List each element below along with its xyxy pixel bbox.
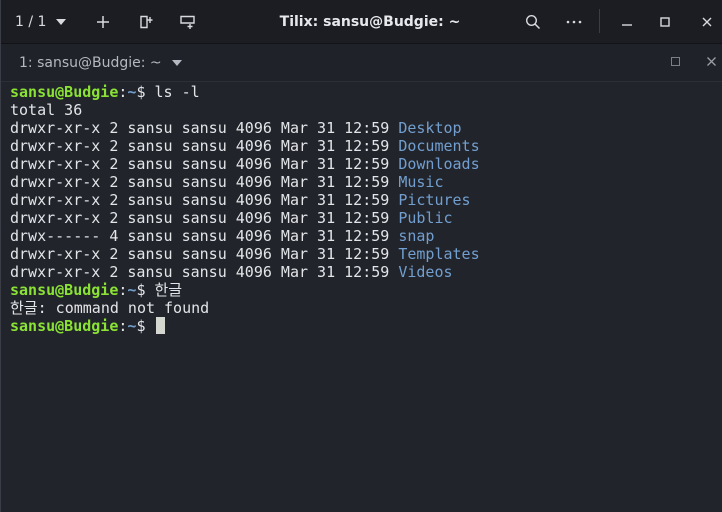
listing-meta: drwxr-xr-x 2 sansu sansu 4096 Mar 31 12:… — [10, 245, 399, 263]
output-total: total 36 — [10, 101, 83, 119]
directory-name: Public — [398, 209, 453, 227]
add-terminal-down-button[interactable] — [175, 0, 201, 44]
tilix-window: 1 / 1 Tilix: sansu@Budgie: ~ 1: sansu@Bu… — [0, 0, 722, 512]
directory-name: Videos — [398, 263, 453, 281]
add-terminal-right-button[interactable] — [134, 0, 158, 44]
listing-meta: drwx------ 4 sansu sansu 4096 Mar 31 12:… — [10, 227, 399, 245]
menu-button[interactable] — [562, 0, 586, 44]
header-bar: 1 / 1 Tilix: sansu@Budgie: ~ — [1, 0, 722, 44]
listing-meta: drwxr-xr-x 2 sansu sansu 4096 Mar 31 12:… — [10, 191, 399, 209]
listing-row: drwxr-xr-x 2 sansu sansu 4096 Mar 31 12:… — [10, 155, 480, 173]
close-button[interactable] — [695, 0, 719, 44]
prompt-line: sansu@Budgie:~$ — [10, 317, 165, 335]
directory-name: Pictures — [398, 191, 471, 209]
plus-icon — [97, 16, 109, 28]
session-counter-label: 1 / 1 — [15, 14, 47, 30]
listing-row: drwxr-xr-x 2 sansu sansu 4096 Mar 31 12:… — [10, 263, 453, 281]
directory-name: Desktop — [398, 119, 462, 137]
directory-name: snap — [398, 227, 435, 245]
terminal-output[interactable]: sansu@Budgie:~$ ls -l total 36 drwxr-xr-… — [1, 82, 722, 512]
minimize-button[interactable] — [615, 0, 639, 44]
close-icon — [702, 17, 712, 27]
terminal-maximize-button[interactable] — [671, 57, 680, 66]
listing-meta: drwxr-xr-x 2 sansu sansu 4096 Mar 31 12:… — [10, 119, 399, 137]
text-cursor — [155, 317, 165, 334]
listing-row: drwxr-xr-x 2 sansu sansu 4096 Mar 31 12:… — [10, 173, 443, 191]
listing-row: drwx------ 4 sansu sansu 4096 Mar 31 12:… — [10, 227, 434, 245]
command-text: 한글 — [145, 281, 183, 299]
listing-row: drwxr-xr-x 2 sansu sansu 4096 Mar 31 12:… — [10, 209, 453, 227]
directory-name: Downloads — [398, 155, 480, 173]
prompt-user-host: sansu@Budgie — [10, 281, 119, 299]
directory-name: Documents — [398, 137, 480, 155]
prompt-line: sansu@Budgie:~$ 한글 — [10, 281, 182, 299]
listing-meta: drwxr-xr-x 2 sansu sansu 4096 Mar 31 12:… — [10, 263, 399, 281]
split-right-icon — [140, 15, 153, 29]
more-icon — [566, 20, 582, 24]
maximize-icon — [660, 17, 670, 27]
listing-meta: drwxr-xr-x 2 sansu sansu 4096 Mar 31 12:… — [10, 155, 399, 173]
header-separator — [599, 9, 600, 33]
terminal-title-menu[interactable]: 1: sansu@Budgie: ~ — [19, 44, 182, 82]
directory-name: Templates — [398, 245, 480, 263]
terminal-close-button[interactable] — [706, 56, 717, 67]
split-down-icon — [180, 15, 195, 29]
listing-row: drwxr-xr-x 2 sansu sansu 4096 Mar 31 12:… — [10, 119, 462, 137]
error-message: 한글: command not found — [10, 299, 210, 317]
close-icon — [707, 57, 716, 66]
prompt-user-host: sansu@Budgie — [10, 317, 119, 335]
listing-row: drwxr-xr-x 2 sansu sansu 4096 Mar 31 12:… — [10, 191, 471, 209]
command-input — [145, 317, 154, 335]
maximize-button[interactable] — [653, 0, 677, 44]
add-session-button[interactable] — [91, 0, 115, 44]
listing-meta: drwxr-xr-x 2 sansu sansu 4096 Mar 31 12:… — [10, 137, 399, 155]
find-button[interactable] — [521, 0, 545, 44]
minimize-icon — [622, 24, 632, 26]
terminal-title-label: 1: sansu@Budgie: ~ — [19, 55, 162, 71]
listing-row: drwxr-xr-x 2 sansu sansu 4096 Mar 31 12:… — [10, 245, 480, 263]
session-switcher[interactable]: 1 / 1 — [15, 0, 85, 44]
prompt-line: sansu@Budgie:~$ ls -l — [10, 83, 200, 101]
listing-meta: drwxr-xr-x 2 sansu sansu 4096 Mar 31 12:… — [10, 209, 399, 227]
command-text: ls -l — [145, 83, 200, 101]
search-icon — [525, 14, 541, 30]
listing-row: drwxr-xr-x 2 sansu sansu 4096 Mar 31 12:… — [10, 137, 480, 155]
terminal-title-bar: 1: sansu@Budgie: ~ — [1, 44, 722, 82]
chevron-down-icon — [171, 60, 182, 66]
chevron-down-icon — [56, 19, 67, 25]
prompt-user-host: sansu@Budgie — [10, 83, 119, 101]
directory-name: Music — [398, 173, 444, 191]
listing-meta: drwxr-xr-x 2 sansu sansu 4096 Mar 31 12:… — [10, 173, 399, 191]
